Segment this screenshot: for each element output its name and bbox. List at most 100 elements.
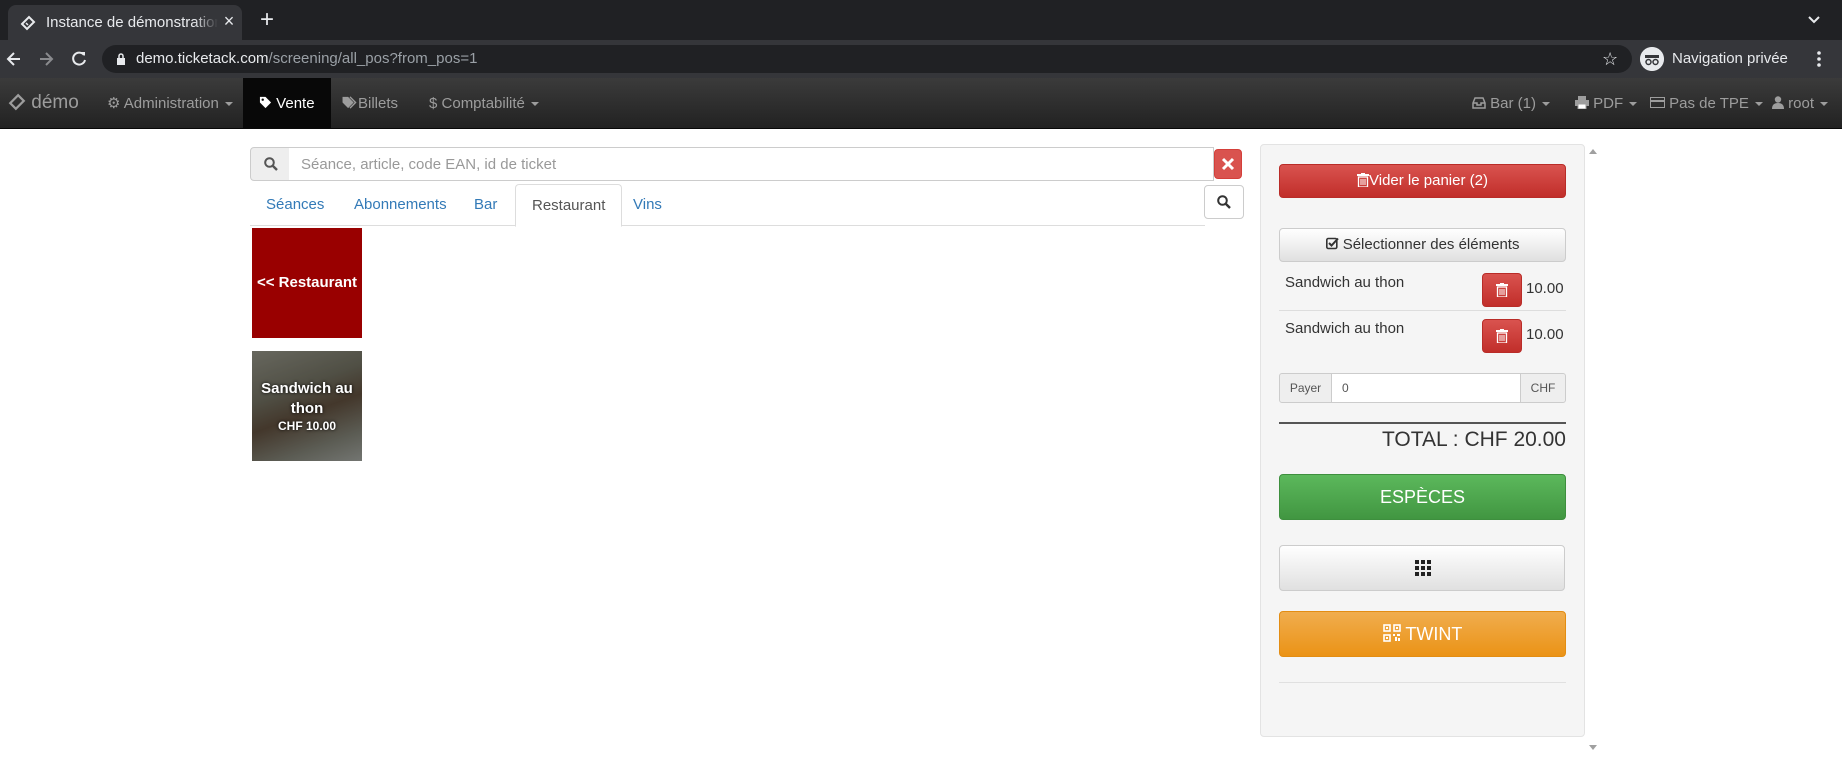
back-restaurant-tile[interactable]: << Restaurant	[252, 228, 362, 338]
qrcode-icon	[1382, 624, 1401, 642]
twint-payment-button[interactable]: TWINT	[1279, 611, 1566, 657]
pay-amount-input[interactable]	[1331, 373, 1521, 403]
nav-comptabilite[interactable]: $ Comptabilité	[413, 78, 555, 129]
browser-toolbar: demo.ticketack.com/screening/all_pos?fro…	[0, 40, 1842, 78]
bookmark-star-icon[interactable]: ☆	[1602, 49, 1622, 69]
cart-item-price: 10.00	[1526, 326, 1564, 343]
close-tab-icon[interactable]: ×	[220, 12, 238, 30]
caret-down-icon	[1542, 102, 1551, 107]
nav-administration-label: Administration	[123, 95, 219, 112]
product-tile-sandwich[interactable]: Sandwich au thon CHF 10.00	[252, 351, 362, 461]
browser-menu-icon[interactable]	[1816, 50, 1822, 68]
pay-currency: CHF	[1520, 373, 1566, 403]
ticket-favicon-icon	[20, 15, 36, 31]
incognito-icon	[1640, 47, 1664, 71]
url-text: demo.ticketack.com/screening/all_pos?fro…	[136, 50, 477, 67]
scroll-down-icon[interactable]	[1589, 745, 1597, 750]
panel-scrollbar[interactable]	[1586, 144, 1600, 756]
tab-abonnements[interactable]: Abonnements	[338, 184, 463, 226]
select-items-label: Sélectionner des éléments	[1342, 236, 1520, 253]
trash-icon	[1357, 173, 1370, 188]
nav-vente[interactable]: Vente	[243, 78, 331, 129]
search-icon	[264, 157, 278, 171]
check-square-icon	[1325, 237, 1339, 250]
search-button[interactable]	[1204, 185, 1244, 219]
cart-item-name: Sandwich au thon	[1285, 320, 1405, 337]
back-arrow-icon[interactable]	[4, 49, 24, 69]
cog-icon: ⚙	[107, 95, 121, 112]
tab-bar[interactable]: Bar	[458, 184, 513, 226]
browser-tab-title: Instance de démonstration	[46, 14, 218, 31]
total-divider	[1279, 422, 1566, 424]
nav-administration[interactable]: ⚙ Administration	[91, 78, 249, 129]
trash-icon	[1496, 283, 1508, 297]
nav-bar-cart[interactable]: Bar (1)	[1456, 78, 1566, 129]
caret-down-icon	[224, 102, 233, 107]
clear-search-button[interactable]	[1214, 149, 1242, 179]
scroll-up-icon[interactable]	[1589, 149, 1597, 154]
reload-icon[interactable]	[69, 49, 89, 69]
search-icon	[1217, 195, 1231, 209]
search-input[interactable]	[289, 147, 1214, 181]
tab-vins[interactable]: Vins	[617, 184, 678, 226]
browser-tab[interactable]: Instance de démonstration ×	[8, 5, 242, 40]
cart-item-price: 10.00	[1526, 280, 1564, 297]
nav-vente-label: Vente	[276, 95, 315, 112]
cart-total: TOTAL : CHF 20.00	[1381, 428, 1566, 451]
product-price: CHF 10.00	[277, 419, 337, 433]
print-icon	[1575, 96, 1589, 110]
incognito-label: Navigation privée	[1672, 50, 1788, 67]
incognito-indicator[interactable]: Navigation privée	[1640, 45, 1800, 73]
nav-billets-label: Billets	[358, 95, 399, 112]
product-name: Sandwich au thon	[261, 380, 353, 417]
close-icon	[1221, 157, 1235, 171]
nav-pdf-label: PDF	[1593, 95, 1624, 112]
empty-cart-label: Vider le panier (2)	[1369, 172, 1488, 189]
nav-user-label: root	[1788, 95, 1815, 112]
nav-tpe-label: Pas de TPE	[1669, 95, 1749, 112]
empty-cart-button[interactable]: Vider le panier (2)	[1279, 164, 1566, 198]
pay-input-group: Payer CHF	[1279, 373, 1566, 403]
dollar-icon: $	[429, 95, 438, 112]
url-host: demo.ticketack.com	[136, 50, 269, 67]
select-items-button[interactable]: Sélectionner des éléments	[1279, 228, 1566, 262]
category-tabs: Séances Abonnements Bar Restaurant Vins	[250, 184, 1205, 227]
forward-arrow-icon[interactable]	[36, 49, 56, 69]
remove-item-button[interactable]	[1482, 273, 1522, 307]
cart-panel-body: Vider le panier (2) Sélectionner des élé…	[1279, 158, 1566, 698]
search-group	[250, 147, 1243, 181]
search-addon	[250, 147, 290, 181]
nav-bar-label: Bar (1)	[1490, 95, 1537, 112]
tag-icon	[259, 96, 272, 109]
address-bar[interactable]: demo.ticketack.com/screening/all_pos?fro…	[102, 45, 1632, 73]
caret-down-icon	[530, 102, 539, 107]
nav-billets[interactable]: Billets	[325, 78, 414, 129]
tab-seances[interactable]: Séances	[250, 184, 340, 226]
cash-payment-button[interactable]: ESPÈCES	[1279, 474, 1566, 520]
new-tab-icon[interactable]: +	[256, 8, 278, 32]
ticket-icon	[8, 93, 26, 111]
cart-item-row: Sandwich au thon 10.00	[1279, 310, 1566, 355]
twint-label: TWINT	[1405, 624, 1463, 644]
tags-icon	[342, 96, 357, 109]
user-icon	[1772, 96, 1784, 109]
pay-label: Payer	[1279, 373, 1332, 403]
inbox-icon	[1472, 97, 1486, 109]
panel-bottom-divider	[1279, 682, 1566, 683]
remove-item-button[interactable]	[1482, 319, 1522, 353]
app-navbar: démo ⚙ Administration Vente Billets $ Co…	[0, 78, 1842, 129]
caret-down-icon	[1820, 102, 1829, 107]
keypad-button[interactable]	[1279, 545, 1565, 591]
nav-comptabilite-label: Comptabilité	[441, 95, 525, 112]
brand-name: démo	[31, 92, 79, 113]
lock-icon	[117, 53, 125, 65]
chevron-down-icon[interactable]	[1804, 12, 1824, 28]
credit-card-icon	[1650, 97, 1665, 108]
tab-restaurant[interactable]: Restaurant	[515, 184, 623, 227]
browser-tab-strip: Instance de démonstration × +	[0, 0, 1842, 40]
cart-item-row: Sandwich au thon 10.00	[1279, 265, 1566, 310]
brand[interactable]: démo	[8, 92, 79, 114]
url-path: /screening/all_pos?from_pos=1	[268, 50, 478, 67]
cart-item-name: Sandwich au thon	[1285, 274, 1405, 291]
nav-user[interactable]: root	[1756, 78, 1842, 129]
